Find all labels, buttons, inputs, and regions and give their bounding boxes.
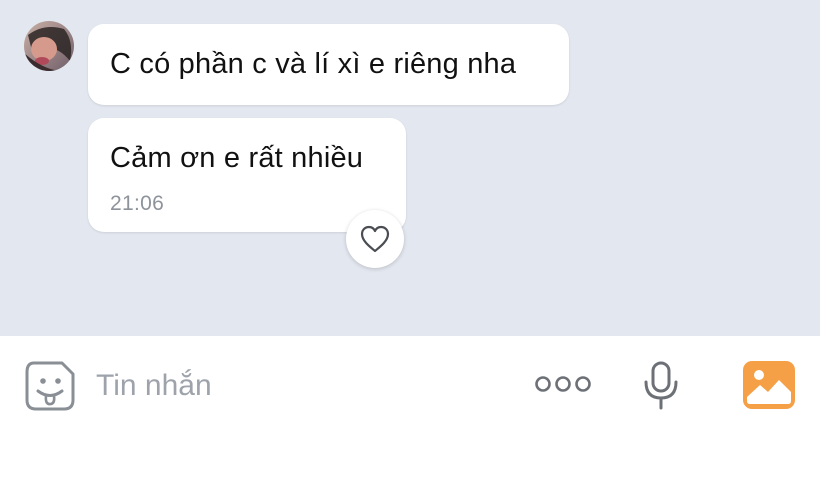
photo-gallery-icon bbox=[743, 361, 795, 409]
microphone-icon bbox=[644, 361, 678, 410]
more-options-button[interactable] bbox=[534, 372, 592, 396]
contact-avatar[interactable] bbox=[24, 21, 74, 71]
sticker-face-icon bbox=[25, 361, 75, 411]
chat-area: C có phần c và lí xì e riêng nha Cảm ơn … bbox=[0, 0, 820, 336]
message-composer bbox=[0, 336, 820, 503]
sticker-button[interactable] bbox=[24, 360, 76, 412]
avatar-image bbox=[24, 21, 74, 71]
more-dots-icon bbox=[535, 376, 591, 392]
message-text: C có phần c và lí xì e riêng nha bbox=[110, 48, 517, 80]
message-timestamp: 21:06 bbox=[110, 192, 165, 215]
message-bubble[interactable]: C có phần c và lí xì e riêng nha bbox=[88, 24, 569, 105]
react-heart-button[interactable] bbox=[346, 210, 404, 268]
voice-message-button[interactable] bbox=[642, 360, 680, 412]
message-text: Cảm ơn e rất nhiều bbox=[110, 142, 364, 174]
heart-icon bbox=[360, 225, 390, 253]
message-input[interactable] bbox=[96, 364, 496, 408]
photo-gallery-button[interactable] bbox=[743, 361, 795, 409]
